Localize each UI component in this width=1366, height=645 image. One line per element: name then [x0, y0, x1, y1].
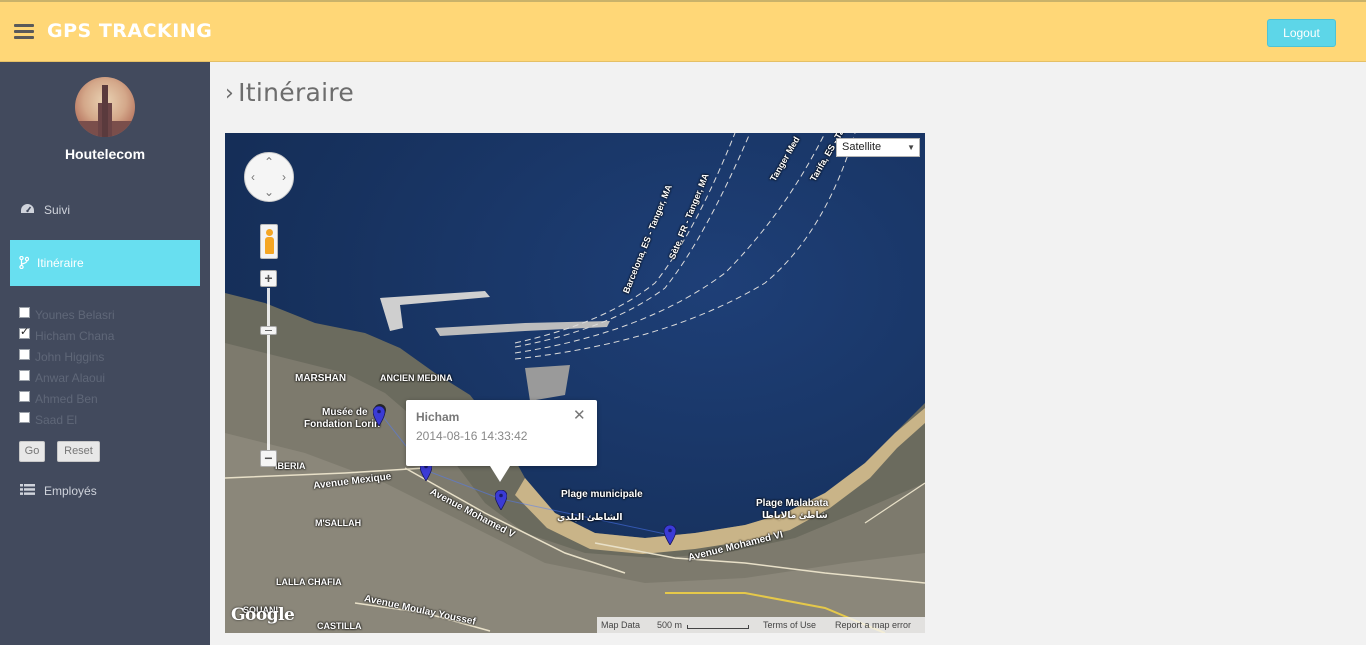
map-label-plage-municipale: Plage municipale — [561, 489, 643, 500]
employee-checkbox[interactable] — [19, 307, 30, 318]
sidebar-item-label: Itinéraire — [37, 256, 84, 270]
chevron-up-icon[interactable]: ⌃ — [264, 156, 274, 168]
map-marker-icon[interactable] — [664, 525, 676, 545]
zoom-out-button[interactable]: − — [260, 450, 277, 467]
sidebar-item-suivi[interactable]: Suivi — [10, 187, 200, 233]
chevron-left-icon[interactable]: ‹ — [251, 171, 255, 183]
employee-checkbox[interactable] — [19, 391, 30, 402]
chevron-right-icon[interactable]: › — [282, 171, 286, 183]
employee-name: John Higgins — [35, 349, 105, 364]
zoom-slider-handle[interactable] — [260, 326, 277, 335]
map-label-fondation: Fondation Lorin — [304, 419, 381, 430]
zoom-in-button[interactable]: + — [260, 270, 277, 287]
menu-bar — [14, 24, 34, 27]
list-item: Hicham Chana — [19, 325, 199, 346]
map-type-value: Satellite — [842, 141, 882, 153]
map-label-marshan: MARSHAN — [295, 373, 347, 384]
sidebar-item-label: Suivi — [44, 203, 71, 217]
map-view[interactable]: MARSHAN ANCIEN MEDINA Musée de Fondation… — [225, 133, 925, 633]
terms-of-use-link[interactable]: Terms of Use — [763, 619, 816, 631]
top-header: GPS TRACKING Logout — [0, 0, 1366, 62]
employee-name: Saad El — [35, 412, 78, 427]
map-label-iberia: IBERIA — [275, 461, 306, 471]
employee-checkbox[interactable] — [19, 325, 30, 339]
sidebar-item-employes[interactable]: Employés — [10, 468, 200, 514]
go-button[interactable]: Go — [19, 441, 45, 462]
list-item: Younes Belasri — [19, 304, 199, 325]
map-type-select[interactable]: Satellite ▼ — [836, 138, 920, 157]
chevron-right-icon: › — [225, 81, 235, 106]
employee-name: Ahmed Ben — [35, 391, 98, 406]
employee-name: Younes Belasri — [35, 307, 115, 322]
map-marker-icon[interactable] — [495, 490, 507, 510]
google-logo: Google — [231, 605, 295, 625]
username: Houtelecom — [64, 146, 146, 162]
caret-down-icon: ▼ — [907, 143, 915, 152]
menu-toggle-icon[interactable] — [14, 24, 34, 40]
map-scale-bar — [687, 625, 749, 629]
list-item: Anwar Alaoui — [19, 367, 199, 388]
menu-bar — [14, 36, 34, 39]
info-window-name: Hicham — [416, 410, 460, 424]
map-footer: Map Data 500 m Terms of Use Report a map… — [597, 617, 925, 633]
close-icon[interactable]: ✕ — [573, 408, 586, 423]
menu-bar — [14, 30, 34, 33]
sidebar: Houtelecom Suivi Itinéraire Younes Belas… — [0, 62, 210, 645]
map-label-ancien-medina: ANCIEN MEDINA — [380, 373, 453, 383]
sidebar-item-label: Employés — [44, 484, 97, 498]
map-label-plage-malabata: Plage Malabata — [756, 498, 829, 509]
map-data-link[interactable]: Map Data — [601, 619, 640, 631]
route-icon — [19, 255, 35, 270]
map-info-window: Hicham 2014-08-16 14:33:42 ✕ — [406, 400, 597, 482]
avatar — [75, 77, 135, 137]
employee-name: Anwar Alaoui — [35, 370, 106, 385]
reset-button[interactable]: Reset — [57, 441, 100, 462]
map-pan-control[interactable]: ⌃ ⌄ ‹ › — [244, 152, 294, 202]
map-marker-icon[interactable] — [373, 406, 385, 426]
info-window-pointer — [490, 466, 510, 482]
map-scale-label: 500 m — [657, 620, 683, 630]
dashboard-icon — [20, 203, 36, 217]
map-label-plage-malabata-ar: شاطئ مالاباطا — [762, 510, 828, 520]
map-label-lalla-chafia: LALLA CHAFIA — [276, 577, 342, 587]
report-map-error-link[interactable]: Report a map error — [835, 619, 911, 631]
page-title: › Itinéraire — [225, 78, 354, 107]
employee-checkbox[interactable] — [19, 370, 30, 381]
employee-checkbox[interactable] — [19, 412, 30, 423]
employee-name: Hicham Chana — [35, 328, 115, 343]
map-label-plage-municipale-ar: الشاطئ البلدي — [557, 512, 623, 522]
logout-button[interactable]: Logout — [1267, 19, 1336, 47]
chevron-down-icon[interactable]: ⌄ — [264, 186, 274, 198]
list-item: Ahmed Ben — [19, 388, 199, 409]
employee-checklist: Younes Belasri Hicham Chana John Higgins… — [19, 304, 199, 430]
list-item: John Higgins — [19, 346, 199, 367]
app-brand: GPS TRACKING — [47, 20, 213, 42]
page-title-text: Itinéraire — [238, 78, 355, 107]
map-label-musee: Musée de — [322, 407, 368, 418]
zoom-slider-track[interactable] — [267, 288, 270, 458]
sidebar-item-itineraire[interactable]: Itinéraire — [10, 240, 200, 286]
employee-checkbox[interactable] — [19, 349, 30, 360]
list-item: Saad El — [19, 409, 199, 430]
list-icon — [20, 484, 36, 498]
info-window-timestamp: 2014-08-16 14:33:42 — [416, 429, 528, 443]
street-view-pegman-icon[interactable] — [260, 224, 278, 259]
map-label-msallah: M'SALLAH — [315, 518, 362, 528]
map-label-castilla: CASTILLA — [317, 621, 362, 631]
